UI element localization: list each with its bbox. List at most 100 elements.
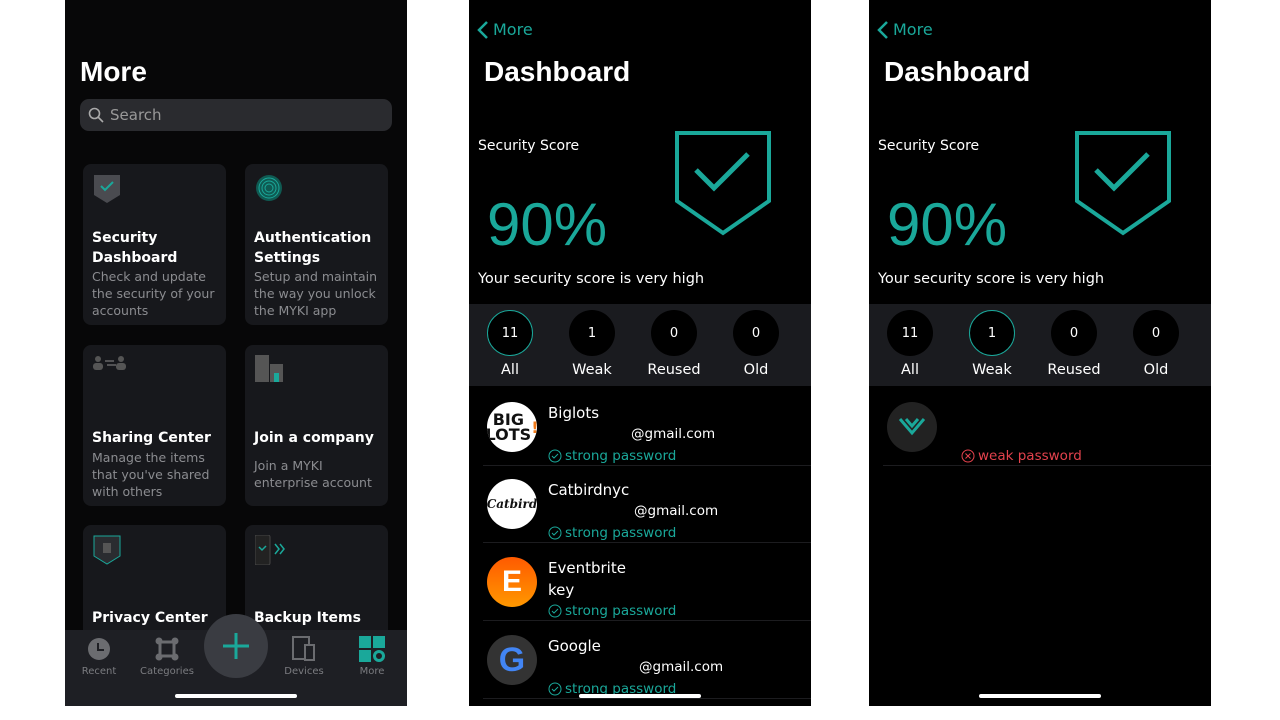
filter-weak[interactable]: 1 Weak: [957, 310, 1027, 378]
check-circle-icon: [548, 604, 562, 618]
myki-icon: [899, 418, 925, 436]
dashboard-screen-all: More Dashboard Security Score 90% Your s…: [469, 0, 811, 706]
card-description: Join a MYKI enterprise account: [254, 458, 372, 490]
myki-logo: [887, 402, 937, 452]
back-label: More: [493, 20, 533, 39]
dashboard-screen-weak: More Dashboard Security Score 90% Your s…: [869, 0, 1211, 706]
card-title: Security Dashboard: [92, 230, 178, 266]
tab-label: Recent: [81, 666, 117, 677]
card-title: Join a company: [254, 430, 374, 446]
add-button[interactable]: [204, 614, 268, 678]
filter-label: Weak: [572, 362, 612, 378]
categories-icon: [155, 637, 179, 661]
card-authentication-settings[interactable]: Authentication Settings Setup and mainta…: [245, 164, 388, 325]
sharing-users-icon: [93, 356, 126, 370]
catbird-logo: Catbird: [487, 479, 537, 529]
more-screen: More Security Dashboard Check and update…: [65, 0, 407, 706]
card-title: Backup Items: [254, 610, 361, 626]
security-score-text: Your security score is very high: [878, 271, 1105, 287]
filter-label: Reused: [647, 362, 701, 378]
card-description: Manage the items that you've shared with…: [92, 450, 210, 499]
item-detail: @gmail.com: [631, 426, 716, 442]
privacy-shield-icon: [93, 535, 121, 565]
tab-devices[interactable]: Devices: [274, 636, 334, 677]
page-title: More: [80, 56, 147, 87]
filter-count: 0: [733, 310, 779, 356]
filter-old[interactable]: 0 Old: [721, 310, 791, 378]
more-grid-icon: [359, 636, 385, 662]
filter-count: 11: [487, 310, 533, 356]
filter-count: 0: [651, 310, 697, 356]
shield-check-icon: [675, 131, 771, 236]
filter-all[interactable]: 11 All: [475, 310, 545, 378]
card-join-company[interactable]: Join a company Join a MYKI enterprise ac…: [245, 345, 388, 506]
filter-count: 0: [1133, 310, 1179, 356]
list-item[interactable]: BIGLOTS! Biglots @gmail.com strong passw…: [483, 388, 811, 466]
filter-weak[interactable]: 1 Weak: [557, 310, 627, 378]
list-item[interactable]: Catbird Catbirdnyc @gmail.com strong pas…: [483, 465, 811, 543]
back-label: More: [893, 20, 933, 39]
check-circle-icon: [548, 449, 562, 463]
shield-check-icon: [1075, 131, 1171, 236]
filter-all[interactable]: 11 All: [875, 310, 945, 378]
item-name: Eventbrite: [548, 559, 626, 577]
chevron-left-icon: [877, 20, 888, 39]
status-text: weak password: [978, 448, 1082, 464]
tab-more[interactable]: More: [342, 636, 402, 677]
tab-categories[interactable]: Categories: [137, 636, 197, 677]
tab-label: Categories: [140, 666, 194, 677]
card-title: Authentication Settings: [254, 230, 372, 266]
list-item[interactable]: G Google @gmail.com strong password: [483, 621, 811, 699]
eventbrite-logo: E: [487, 557, 537, 607]
filter-reused[interactable]: 0 Reused: [639, 310, 709, 378]
plus-icon: [223, 633, 249, 659]
biglots-logo: BIGLOTS!: [487, 402, 537, 452]
list-item[interactable]: E Eventbrite key strong password: [483, 543, 811, 621]
check-circle-icon: [548, 682, 562, 696]
card-title: Sharing Center: [92, 430, 211, 446]
filter-count: 0: [1051, 310, 1097, 356]
status-text: strong password: [565, 603, 677, 619]
filter-old[interactable]: 0 Old: [1121, 310, 1191, 378]
security-score-text: Your security score is very high: [478, 271, 705, 287]
filter-label: All: [501, 362, 519, 378]
card-security-dashboard[interactable]: Security Dashboard Check and update the …: [83, 164, 226, 325]
back-button[interactable]: More: [877, 20, 933, 39]
item-name: Google: [548, 637, 601, 655]
devices-icon: [292, 636, 315, 661]
tab-label: Devices: [284, 666, 324, 677]
page-title: Dashboard: [484, 56, 631, 87]
page-title: Dashboard: [884, 56, 1031, 87]
filter-label: Weak: [972, 362, 1012, 378]
tab-recent[interactable]: Recent: [69, 636, 129, 677]
filter-reused[interactable]: 0 Reused: [1039, 310, 1109, 378]
phone-backup-icon: [255, 535, 285, 565]
status-text: strong password: [565, 448, 677, 464]
item-name: Biglots: [548, 404, 600, 422]
item-detail: @gmail.com: [639, 659, 724, 675]
search-icon: [88, 107, 104, 123]
home-indicator: [175, 694, 297, 698]
item-detail: @gmail.com: [634, 503, 719, 519]
chevron-left-icon: [477, 20, 488, 39]
security-score-value: 90%: [487, 191, 608, 258]
security-score-value: 90%: [887, 191, 1008, 258]
status-text: strong password: [565, 525, 677, 541]
shield-check-icon: [94, 175, 120, 203]
item-detail: key: [548, 581, 575, 599]
search-bar[interactable]: [80, 99, 392, 131]
security-score-label: Security Score: [478, 138, 580, 154]
item-status: strong password: [548, 448, 676, 464]
card-sharing-center[interactable]: Sharing Center Manage the items that you…: [83, 345, 226, 506]
search-input[interactable]: [110, 106, 380, 124]
filter-bar: 11 All 1 Weak 0 Reused 0 Old: [869, 304, 1211, 386]
back-button[interactable]: More: [477, 20, 533, 39]
list-item[interactable]: weak password: [883, 388, 1211, 466]
security-score-label: Security Score: [878, 138, 980, 154]
home-indicator: [979, 694, 1101, 698]
item-name: Catbirdnyc: [548, 481, 630, 499]
filter-label: Reused: [1047, 362, 1101, 378]
filter-label: Old: [1143, 362, 1169, 378]
filter-label: All: [901, 362, 919, 378]
card-title: Privacy Center: [92, 610, 208, 626]
